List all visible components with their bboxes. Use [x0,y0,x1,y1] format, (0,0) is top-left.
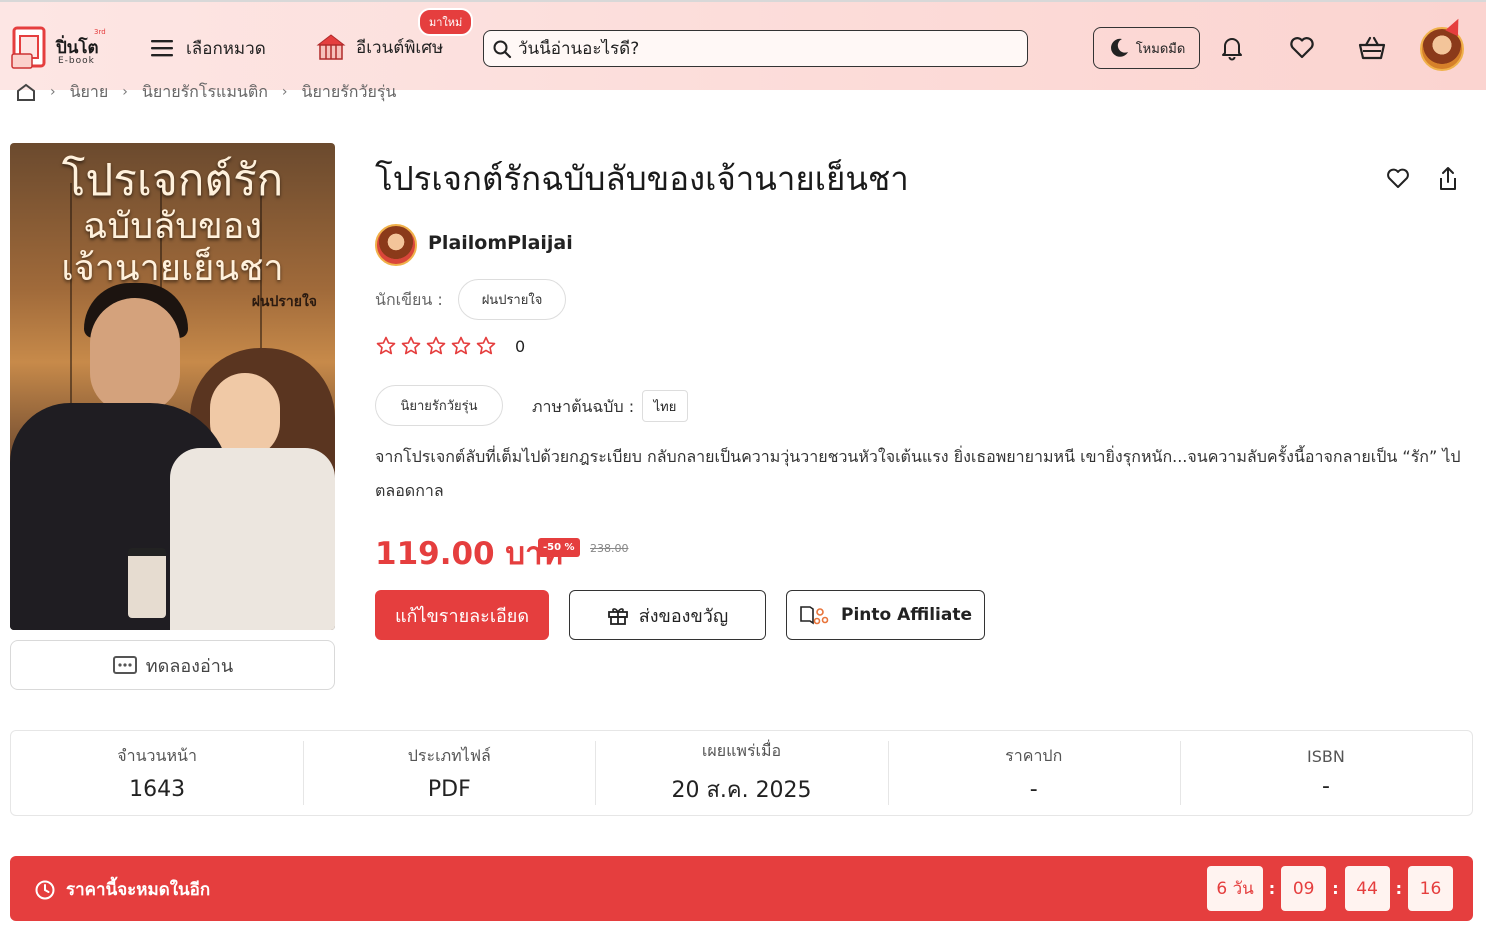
new-badge: มาใหม่ [418,8,474,36]
breadcrumb-item[interactable]: นิยาย [70,82,109,102]
search-icon [493,40,512,58]
cover-figure [170,448,335,630]
info-value: - [1029,777,1038,802]
book-cover[interactable]: โปรเจกต์รัก ฉบับลับของ เจ้านายเย็นชา ฝนป… [10,143,335,630]
moon-icon [1110,38,1128,57]
cover-title-line: เจ้านายเย็นชา [61,248,284,289]
menu-icon [151,40,173,57]
countdown-timer: 6 วัน : 09 : 44 : 16 [1207,866,1453,911]
countdown-hours: 09 [1281,866,1327,911]
search-bar[interactable] [483,30,1028,67]
countdown-minutes: 44 [1344,866,1390,911]
share-icon[interactable] [1434,165,1462,193]
price: 119.00 บาท [375,536,563,572]
edit-details-button[interactable]: แก้ไขรายละเอียด [375,590,549,640]
original-price: 238.00 [590,542,629,555]
sale-countdown-bar: ราคานี้จะหมดในอีก 6 วัน : 09 : 44 : 16 [10,856,1473,921]
nav-events-label: อีเวนต์พิเศษ [356,37,444,58]
info-value: 1643 [129,777,186,802]
info-value: 20 ส.ค. 2025 [671,778,812,803]
circus-tent-icon [316,34,346,60]
affiliate-button[interactable]: Pinto Affiliate [786,590,985,640]
star-icon [476,336,496,355]
countdown-separator: : [1332,879,1339,898]
info-label: เผยแพร่เมื่อ [701,741,782,760]
countdown-separator: : [1268,879,1276,898]
send-gift-button[interactable]: ส่งของขวัญ [569,590,766,640]
dark-mode-label: โหมดมืด [1135,41,1186,57]
book-description: จากโปรเจกต์ลับที่เต็มไปด้วยกฎระเบียบ กลั… [375,447,1461,500]
countdown-seconds: 16 [1408,866,1453,911]
book-preview-icon [112,656,137,674]
info-label: จำนวนหน้า [117,746,197,765]
star-icon [376,336,396,355]
gift-icon [607,608,628,625]
info-cover-price: ราคาปก - [887,731,1180,815]
nav-events-button[interactable]: อีเวนต์พิเศษ [316,32,443,62]
publisher-name[interactable]: PlailomPlaijai [428,232,573,254]
star-icon [451,336,471,355]
chevron-right-icon: › [122,84,128,100]
info-pages: จำนวนหน้า 1643 [11,731,303,815]
book-title: โปรเจกต์รักฉบับลับของเจ้านายเย็นชา [375,159,909,198]
star-icon [401,336,421,355]
cover-figure [90,298,180,413]
dark-mode-toggle[interactable]: โหมดมืด [1093,27,1200,69]
nav-categories-label: เลือกหมวด [186,38,266,59]
publisher-avatar[interactable] [375,224,417,266]
book-info-strip: จำนวนหน้า 1643 ประเภทไฟล์ PDF เผยแพร่เมื… [10,730,1473,816]
nav-categories-button[interactable]: เลือกหมวด [150,34,266,62]
language-chip: ไทย [642,390,688,422]
chevron-right-icon: › [281,84,288,100]
coffee-cup-illustration [128,548,166,618]
writer-label: นักเขียน : [375,290,443,309]
countdown-separator: : [1395,879,1402,898]
cart-basket-icon[interactable] [1358,34,1386,62]
chevron-right-icon: › [50,84,56,100]
info-label: ประเภทไฟล์ [407,746,491,765]
genre-chip[interactable]: นิยายรักวัยรุ่น [375,385,503,426]
countdown-label-group: ราคานี้จะหมดในอีก [34,876,210,903]
notification-bell-icon[interactable] [1218,34,1246,62]
logo-subtitle: E-book [58,56,95,66]
countdown-days: 6 วัน [1207,866,1263,911]
breadcrumb-item[interactable]: นิยายรักวัยรุ่น [302,82,397,102]
logo-superscript: 3rd [94,28,106,36]
affiliate-label: Pinto Affiliate [840,605,972,625]
try-read-button[interactable]: ทดลองอ่าน [10,640,335,690]
rating-count: 0 [515,337,526,356]
affiliate-book-icon [800,606,829,625]
logo[interactable]: ปิ่นโต 3rd E-book [10,22,110,72]
language-label: ภาษาต้นฉบับ : [532,397,635,416]
home-icon[interactable] [16,83,36,101]
breadcrumb-item[interactable]: นิยายรักโรแมนติก [142,82,268,102]
cover-author: ฝนปรายใจ [251,294,317,310]
search-input[interactable] [518,38,998,59]
breadcrumb: › นิยาย › นิยายรักโรแมนติก › นิยายรักวัย… [16,82,396,102]
info-value: PDF [427,777,471,802]
info-label: ราคาปก [1005,746,1063,765]
clock-icon [35,880,55,899]
favorite-heart-icon[interactable] [1384,165,1412,193]
wishlist-heart-icon[interactable] [1288,34,1316,62]
try-read-label: ทดลองอ่าน [145,655,234,677]
send-gift-label: ส่งของขวัญ [638,605,729,627]
discount-badge: -50 % [538,538,580,557]
rating-stars [376,336,496,356]
writer-chip[interactable]: ฝนปรายใจ [458,279,566,320]
info-isbn: ISBN - [1179,731,1472,815]
star-icon [426,336,446,355]
logo-icon [11,26,46,69]
info-published-date: เผยแพร่เมื่อ 20 ส.ค. 2025 [595,731,887,815]
info-label: ISBN [1307,747,1345,766]
countdown-label: ราคานี้จะหมดในอีก [66,880,211,900]
top-header: ปิ่นโต 3rd E-book เลือกหมวด อีเวนต์พิเศษ… [0,0,1486,90]
info-file-type: ประเภทไฟล์ PDF [303,731,595,815]
info-value: - [1321,774,1330,799]
